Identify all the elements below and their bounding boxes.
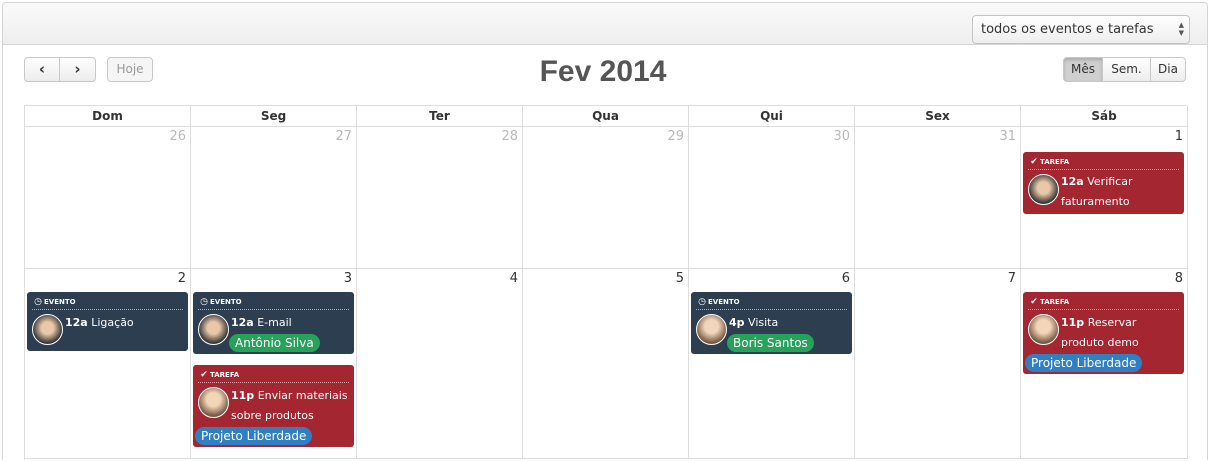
- day-number: 6: [841, 271, 850, 286]
- day-number: 29: [667, 129, 684, 144]
- today-button[interactable]: Hoje: [107, 57, 153, 82]
- calendar-task[interactable]: ✔ TAREFA 11p Reservar produto demo Projet…: [1023, 292, 1184, 374]
- day-number: 4: [509, 271, 518, 286]
- day-number: 3: [343, 271, 352, 286]
- day-cell[interactable]: 30: [689, 127, 855, 269]
- calendar-event[interactable]: ◷ EVENTO 4p Visita Boris Santos: [691, 292, 852, 354]
- view-week-button[interactable]: Sem.: [1102, 57, 1151, 82]
- clock-icon: ◷: [34, 297, 42, 307]
- day-number: 5: [675, 271, 684, 286]
- day-number: 31: [999, 129, 1016, 144]
- day-cell[interactable]: 31: [855, 127, 1021, 269]
- top-toolbar: todos os eventos e tarefas ▲ ▼: [3, 3, 1207, 45]
- event-title: 11p Enviar materiais sobre produtos: [231, 386, 351, 426]
- day-cell[interactable]: 26: [25, 127, 191, 269]
- calendar-event[interactable]: ◷ EVENTO 12a E-mail Antônio Silva: [193, 292, 354, 354]
- event-time: 12a: [65, 316, 88, 329]
- task-type-label: ✔ TAREFA: [1028, 295, 1179, 310]
- day-cell[interactable]: 7: [855, 269, 1021, 459]
- weekday-header: Qui: [689, 106, 855, 127]
- avatar: [198, 314, 229, 345]
- avatar: [1028, 174, 1059, 205]
- calendar-event[interactable]: ◷ EVENTO 12a Ligação: [27, 292, 188, 351]
- day-cell[interactable]: 5: [523, 269, 689, 459]
- check-icon: ✔: [200, 370, 208, 380]
- event-time: 11p: [1061, 316, 1085, 329]
- event-title: 12a Ligação: [65, 313, 185, 333]
- event-type-text: TAREFA: [210, 371, 240, 379]
- calendar-panel: todos os eventos e tarefas ▲ ▼ ‹ › Hoje F…: [2, 2, 1208, 460]
- event-time: 11p: [231, 389, 255, 402]
- weekday-header: Sáb: [1021, 106, 1188, 127]
- day-cell[interactable]: 4: [357, 269, 523, 459]
- contact-tag[interactable]: Antônio Silva: [229, 334, 320, 352]
- weekday-header: Sex: [855, 106, 1021, 127]
- day-cell[interactable]: 27: [191, 127, 357, 269]
- project-tag[interactable]: Projeto Liberdade: [1025, 354, 1143, 372]
- check-icon: ✔: [1030, 297, 1038, 307]
- day-number: 1: [1174, 129, 1183, 144]
- project-tag[interactable]: Projeto Liberdade: [195, 427, 313, 445]
- event-title: 4p Visita: [729, 313, 849, 333]
- event-type-text: TAREFA: [1040, 158, 1070, 166]
- event-title-text: Visita: [748, 316, 779, 329]
- view-month-button[interactable]: Mês: [1063, 57, 1103, 82]
- day-number: 8: [1174, 271, 1183, 286]
- event-type-label: ◷ EVENTO: [198, 295, 349, 310]
- clock-icon: ◷: [200, 297, 208, 307]
- event-title-text: E-mail: [257, 316, 292, 329]
- day-number: 27: [335, 129, 352, 144]
- avatar: [696, 314, 727, 345]
- month-grid: Dom Seg Ter Qua Qui Sex Sáb 26 27 28 29 …: [24, 105, 1188, 460]
- weekday-header: Dom: [25, 106, 191, 127]
- prev-month-button[interactable]: ‹: [24, 57, 60, 82]
- weekday-header: Seg: [191, 106, 357, 127]
- day-number: 2: [177, 271, 186, 286]
- event-time: 12a: [1061, 175, 1084, 188]
- calendar-task[interactable]: ✔ TAREFA 11p Enviar materiais sobre produ…: [193, 365, 354, 447]
- event-type-text: TAREFA: [1040, 298, 1070, 306]
- event-title: 11p Reservar produto demo: [1061, 313, 1181, 353]
- view-day-button[interactable]: Dia: [1150, 57, 1186, 82]
- event-time: 4p: [729, 316, 745, 329]
- weekday-header: Ter: [357, 106, 523, 127]
- event-type-label: ◷ EVENTO: [32, 295, 183, 310]
- filter-select-value: todos os eventos e tarefas: [981, 22, 1154, 37]
- avatar: [32, 314, 63, 345]
- day-number: 26: [169, 129, 186, 144]
- event-type-text: EVENTO: [44, 298, 76, 306]
- next-month-button[interactable]: ›: [59, 57, 96, 82]
- day-cell[interactable]: 29: [523, 127, 689, 269]
- event-title-text: Ligação: [91, 316, 134, 329]
- day-number: 30: [833, 129, 850, 144]
- weekday-header: Qua: [523, 106, 689, 127]
- task-type-label: ✔ TAREFA: [198, 368, 349, 383]
- clock-icon: ◷: [698, 297, 706, 307]
- day-number: 7: [1007, 271, 1016, 286]
- event-type-text: EVENTO: [210, 298, 242, 306]
- check-icon: ✔: [1030, 157, 1038, 167]
- event-title: 12a E-mail: [231, 313, 351, 333]
- avatar: [198, 387, 229, 418]
- day-number: 28: [501, 129, 518, 144]
- event-type-text: EVENTO: [708, 298, 740, 306]
- contact-tag[interactable]: Boris Santos: [727, 334, 814, 352]
- calendar-task[interactable]: ✔ TAREFA 12a Verificar faturamento: [1023, 152, 1184, 214]
- event-time: 12a: [231, 316, 254, 329]
- event-type-label: ◷ EVENTO: [696, 295, 847, 310]
- filter-select[interactable]: todos os eventos e tarefas ▲ ▼: [972, 15, 1190, 44]
- task-type-label: ✔ TAREFA: [1028, 155, 1179, 170]
- avatar: [1028, 314, 1059, 345]
- calendar-title: Fev 2014: [539, 55, 667, 88]
- day-cell[interactable]: 28: [357, 127, 523, 269]
- select-arrows-icon: ▲ ▼: [1178, 21, 1184, 37]
- event-title: 12a Verificar faturamento: [1061, 172, 1181, 212]
